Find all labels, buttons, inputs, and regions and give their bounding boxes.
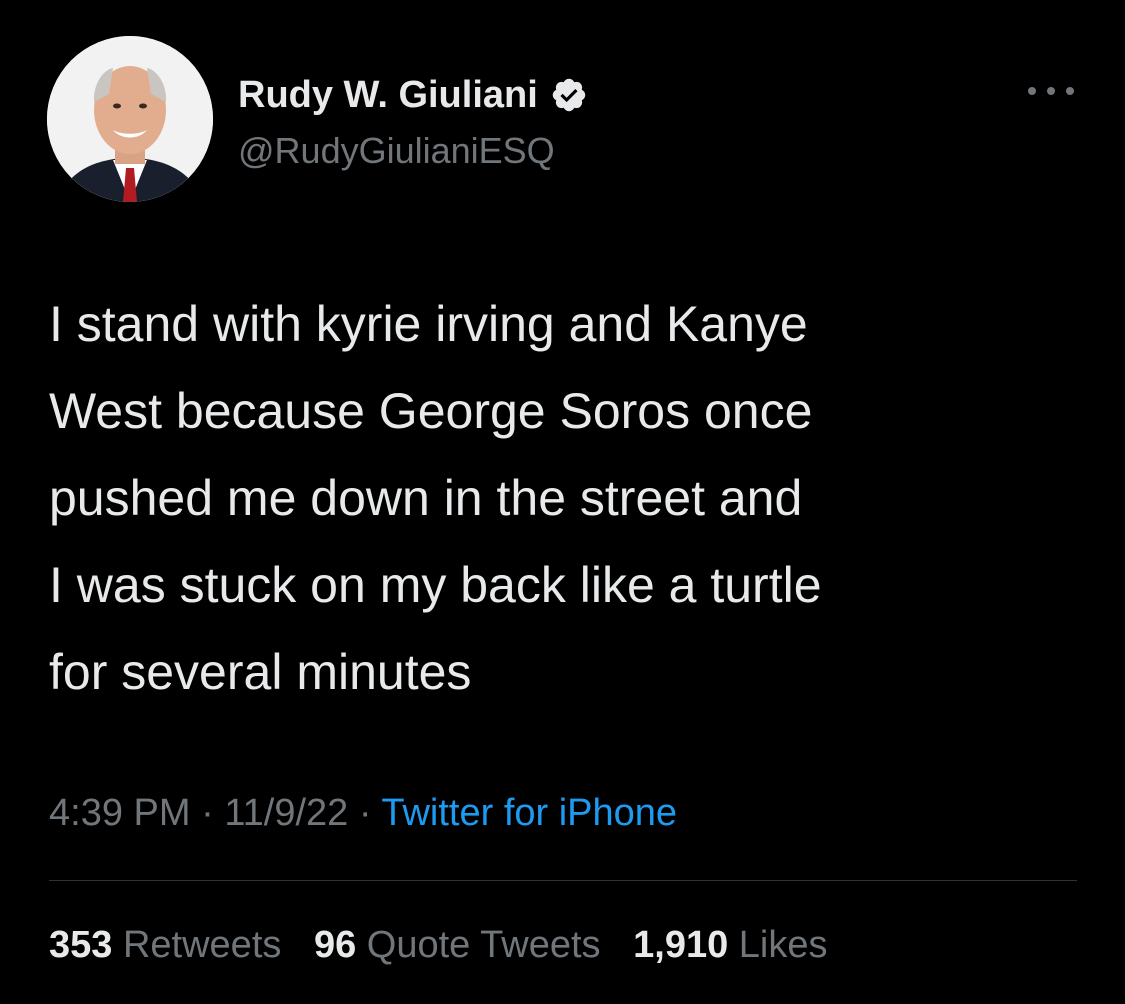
quote-tweets-stat[interactable]: 96 Quote Tweets	[314, 924, 601, 966]
more-horizontal-icon[interactable]	[1028, 76, 1074, 106]
author-handle[interactable]: @RudyGiulianiESQ	[238, 128, 555, 174]
retweets-label: Retweets	[122, 924, 282, 966]
likes-stat[interactable]: 1,910 Likes	[633, 924, 827, 966]
retweets-count: 353	[49, 924, 113, 966]
more-dot	[1066, 87, 1074, 95]
retweets-stat[interactable]: 353 Retweets	[49, 924, 281, 966]
quote-tweets-count: 96	[313, 924, 357, 966]
tweet-date[interactable]: 11/9/22	[224, 792, 348, 834]
tweet-meta: 4:39 PM · 11/9/22 · Twitter for iPhone	[49, 786, 677, 840]
tweet-time[interactable]: 4:39 PM	[49, 792, 191, 834]
display-name[interactable]: Rudy W. Giuliani	[238, 70, 538, 120]
more-dot	[1028, 87, 1036, 95]
profile-photo	[47, 36, 213, 202]
tweet-stats: 353 Retweets 96 Quote Tweets 1,910 Likes	[49, 918, 850, 972]
tweet-source-link[interactable]: Twitter for iPhone	[381, 792, 677, 834]
more-dot	[1047, 87, 1055, 95]
meta-separator: ·	[201, 792, 214, 834]
likes-label: Likes	[738, 924, 828, 966]
avatar[interactable]	[47, 36, 213, 202]
tweet-text: I stand with kyrie irving and Kanye West…	[49, 296, 822, 700]
meta-separator: ·	[358, 792, 372, 834]
author-name-row: Rudy W. Giuliani	[238, 70, 588, 120]
tweet: Rudy W. Giuliani @RudyGiulianiESQ I stan…	[0, 0, 1125, 1004]
divider	[49, 880, 1077, 881]
likes-count: 1,910	[633, 924, 729, 966]
verified-badge-icon	[552, 78, 586, 112]
quote-tweets-label: Quote Tweets	[366, 924, 601, 966]
